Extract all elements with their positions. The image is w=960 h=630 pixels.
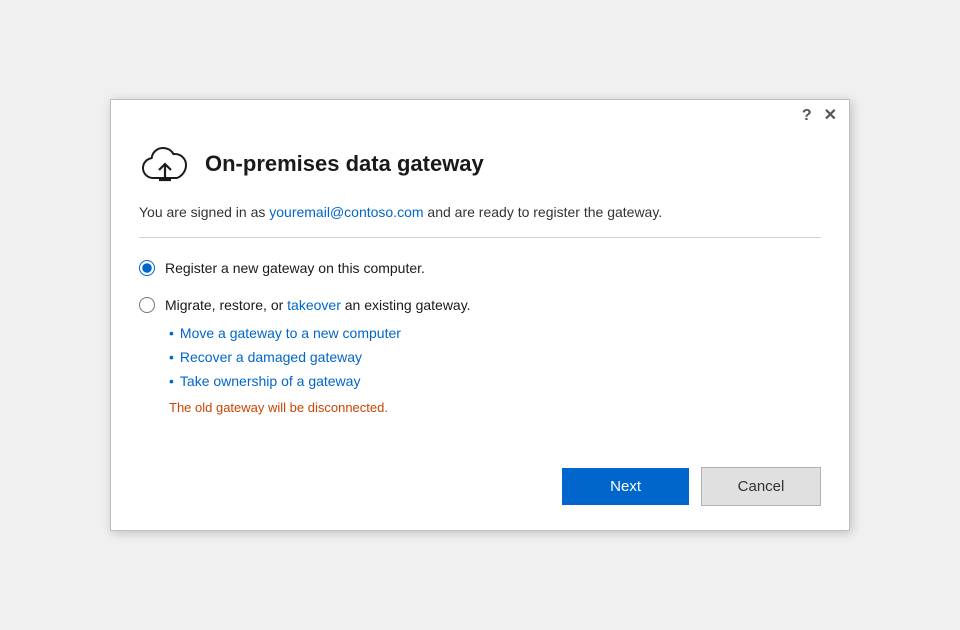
migrate-label[interactable]: Migrate, restore, or takeover an existin… (165, 297, 471, 313)
list-item: Take ownership of a gateway (169, 370, 471, 394)
cloud-upload-icon (139, 142, 191, 186)
signed-in-text: You are signed in as youremail@contoso.c… (139, 202, 821, 223)
warning-text: The old gateway will be disconnected. (169, 400, 471, 415)
migrate-label-link: takeover (287, 297, 341, 313)
migrate-radio[interactable] (139, 297, 155, 313)
migrate-label-suffix: an existing gateway. (341, 297, 471, 313)
option-register-row: Register a new gateway on this computer. (139, 258, 821, 279)
close-icon[interactable]: ✕ (824, 108, 837, 124)
dialog-header: On-premises data gateway (111, 132, 849, 202)
list-item: Recover a damaged gateway (169, 346, 471, 370)
register-radio[interactable] (139, 260, 155, 276)
dialog-footer: Next Cancel (111, 451, 849, 530)
signed-in-prefix: You are signed in as (139, 204, 269, 220)
signed-in-suffix: and are ready to register the gateway. (424, 204, 663, 220)
migrate-label-group: Migrate, restore, or takeover an existin… (165, 295, 471, 414)
option-migrate-row: Migrate, restore, or takeover an existin… (139, 295, 821, 414)
migrate-sub-list: Move a gateway to a new computer Recover… (169, 322, 471, 393)
page-title: On-premises data gateway (205, 151, 484, 177)
dialog: ? ✕ On-premises data gateway You are sig… (110, 99, 850, 530)
list-item: Move a gateway to a new computer (169, 322, 471, 346)
cancel-button[interactable]: Cancel (701, 467, 821, 506)
divider (139, 237, 821, 238)
title-bar: ? ✕ (111, 100, 849, 132)
register-label[interactable]: Register a new gateway on this computer. (165, 258, 425, 279)
dialog-body: You are signed in as youremail@contoso.c… (111, 202, 849, 450)
help-icon[interactable]: ? (802, 108, 812, 124)
migrate-label-prefix: Migrate, restore, or (165, 297, 287, 313)
next-button[interactable]: Next (562, 468, 689, 505)
user-email: youremail@contoso.com (269, 204, 423, 220)
